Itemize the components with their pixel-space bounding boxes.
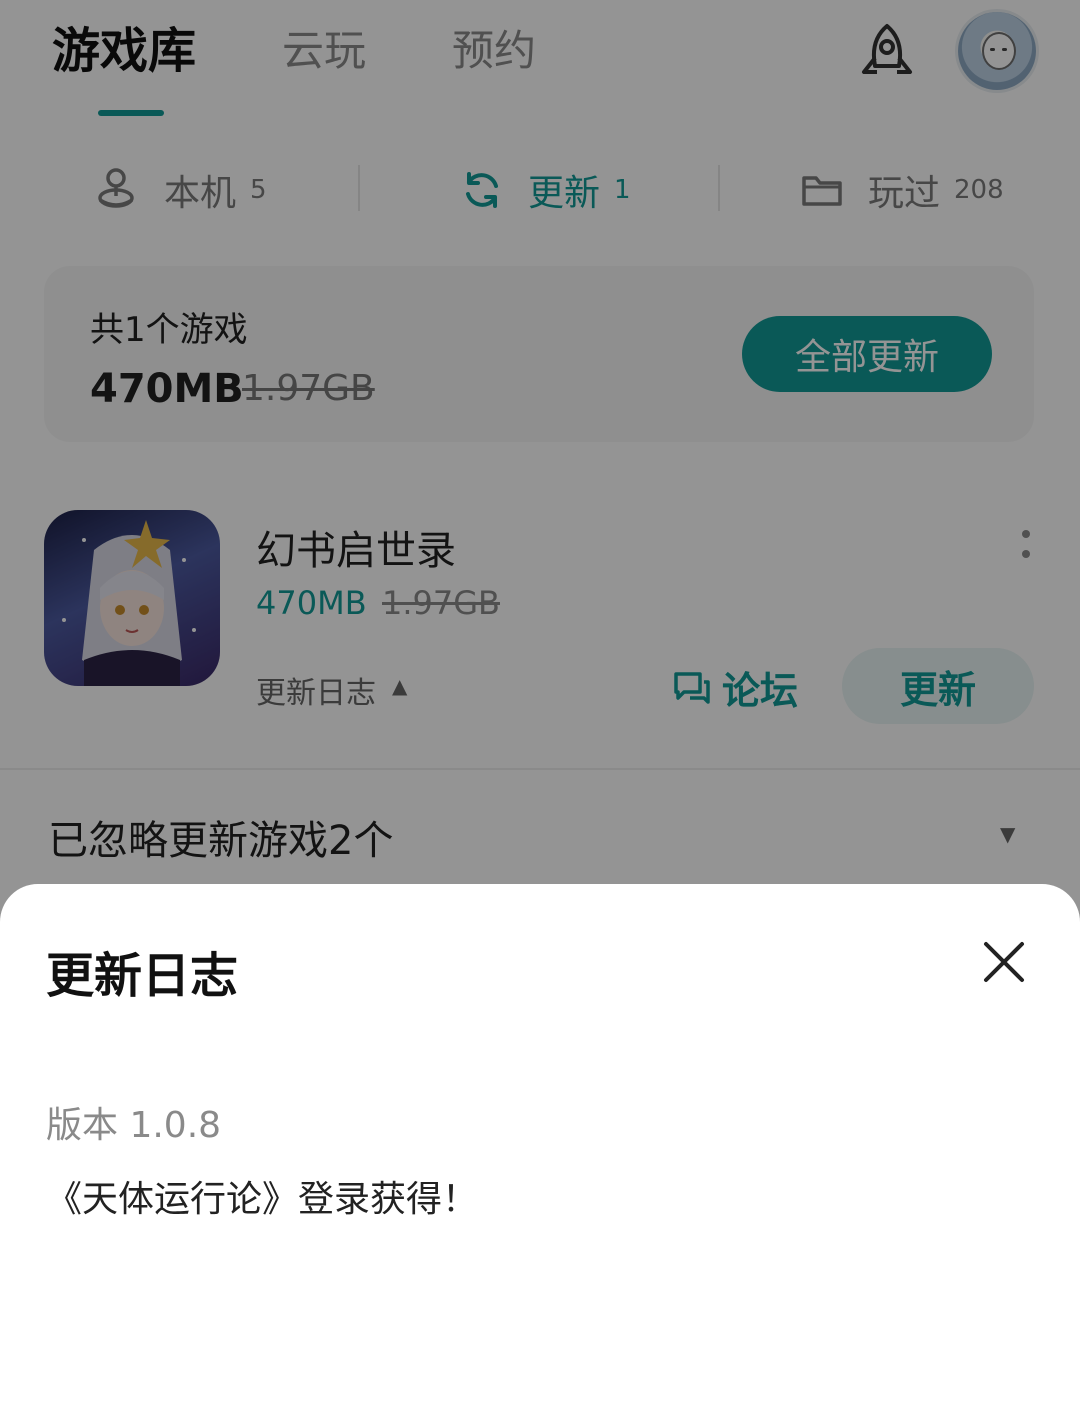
version-text: 版本 1.0.8 (46, 1105, 222, 1146)
close-icon[interactable] (980, 938, 1028, 986)
changelog-note: 《天体运行论》登录获得！ (46, 1179, 479, 1220)
changelog-sheet: 更新日志 版本 1.0.8 《天体运行论》登录获得！ (0, 884, 1080, 1403)
sheet-title: 更新日志 (46, 948, 239, 1004)
